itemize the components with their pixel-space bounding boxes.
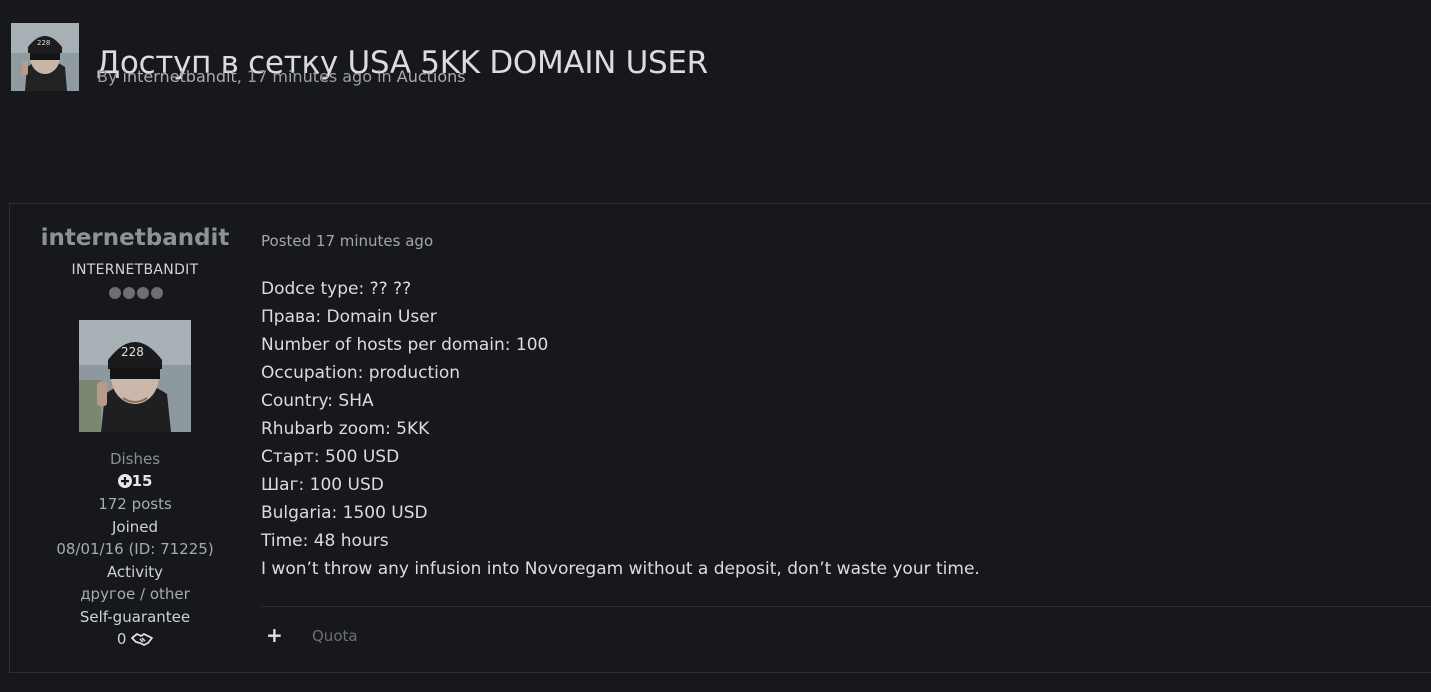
topic-author-avatar[interactable]: 228 [11, 23, 79, 91]
post-line: Number of hosts per domain: 100 [261, 335, 549, 355]
joined-value: 08/01/16 (ID: 71225) [56, 540, 214, 558]
topic-byline: By internetbandit, 17 minutes ago in Auc… [97, 67, 466, 86]
activity-value: другое / other [80, 585, 190, 603]
author-posts: 172 posts [98, 495, 172, 513]
post-line: Occupation: production [261, 363, 461, 383]
post-line: Старт: 500 USD [261, 447, 400, 467]
byline-time: , 17 minutes ago in [236, 67, 392, 86]
post-author-name[interactable]: internetbandit [10, 225, 260, 251]
post-line: Права: Domain User [261, 307, 437, 327]
joined-label: Joined [111, 518, 159, 536]
post-line: Rhubarb zoom: 5KK [261, 419, 430, 439]
guarantee-label: Self-guarantee [79, 608, 191, 626]
rank-pip [151, 287, 163, 299]
activity-label: Activity [106, 563, 164, 581]
post-card: internetbandit INTERNETBANDIT 228 Dishes… [9, 203, 1431, 673]
post-line: I won’t throw any infusion into Novorega… [261, 559, 980, 579]
post-line: Dodce type: ?? ?? [261, 279, 412, 299]
post-meta: Posted 17 minutes ago [261, 232, 434, 250]
quote-button[interactable]: Quota [312, 627, 358, 645]
post-line: Шаг: 100 USD [261, 475, 384, 495]
reputation-value: 15 [131, 472, 153, 490]
topic-page: 228 Доступ в сетку USA 5KK DOMAIN USER B… [0, 0, 1431, 692]
handshake-icon [131, 631, 154, 651]
rank-pip [137, 287, 149, 299]
multiquote-button[interactable]: + [266, 624, 283, 646]
guarantee-value: 0 [116, 630, 127, 648]
guarantee-value-row: 0 [10, 630, 260, 651]
post-line: Time: 48 hours [261, 531, 389, 551]
post-author-title: INTERNETBANDIT [71, 262, 199, 278]
svg-text:228: 228 [121, 345, 144, 359]
post-content: Posted 17 minutes ago Dodce type: ?? ?? … [260, 204, 1431, 672]
byline-forum-link[interactable]: Auctions [397, 67, 466, 86]
author-reputation[interactable]: 15 [10, 472, 260, 492]
byline-prefix: By [97, 67, 118, 86]
byline-author-link[interactable]: internetbandit [123, 67, 237, 86]
author-group: Dishes [109, 450, 161, 468]
rank-pip [123, 287, 135, 299]
post-body: Dodce type: ?? ?? Права: Domain User Num… [261, 275, 980, 583]
post-divider [261, 606, 1431, 607]
post-author-panel: internetbandit INTERNETBANDIT 228 Dishes… [10, 204, 260, 672]
svg-text:228: 228 [37, 39, 50, 47]
plus-circle-icon [117, 474, 132, 492]
rank-pips [109, 287, 165, 299]
post-line: Country: SHA [261, 391, 374, 411]
post-line: Bulgaria: 1500 USD [261, 503, 428, 523]
rank-pip [109, 287, 121, 299]
post-author-avatar[interactable]: 228 [79, 320, 191, 432]
